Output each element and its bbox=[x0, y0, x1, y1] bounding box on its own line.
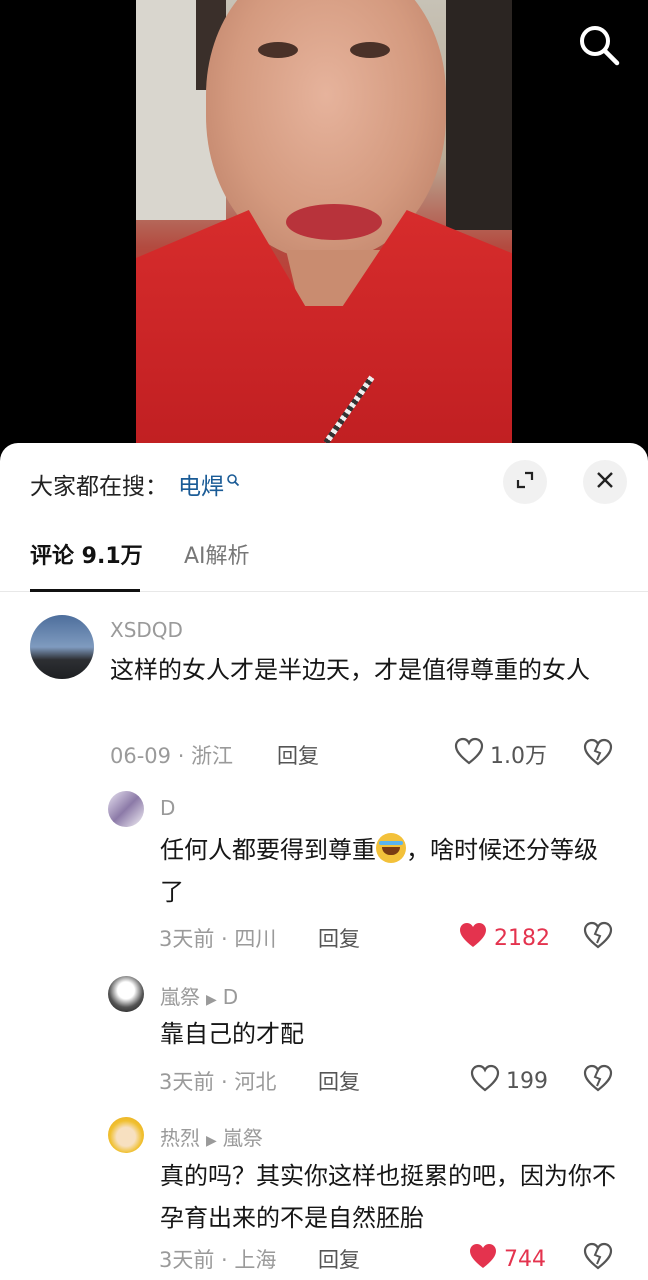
reply-button[interactable]: 回复 bbox=[318, 1066, 360, 1096]
tab-comments-label: 评论 9.1万 bbox=[30, 544, 143, 569]
avatar[interactable] bbox=[108, 976, 144, 1012]
video-frame bbox=[136, 0, 512, 450]
tab-bar: 评论 9.1万 AI解析 bbox=[0, 537, 648, 592]
trending-search-label: 大家都在搜： bbox=[30, 474, 168, 500]
trending-search[interactable]: 大家都在搜： 电焊 bbox=[30, 467, 240, 501]
reply-arrow-icon: ▶ bbox=[206, 992, 217, 1008]
reply-item: D 任何人都要得到尊重 ，啥时候还分等级了 3天前 · 四川 回复 2182 bbox=[0, 791, 648, 961]
tab-comments[interactable]: 评论 9.1万 bbox=[30, 537, 143, 592]
heart-filled-icon bbox=[458, 921, 494, 955]
comment-text-part: 任何人都要得到尊重 bbox=[160, 836, 376, 864]
tab-ai-analysis[interactable]: AI解析 bbox=[184, 537, 250, 591]
reply-item: 嵐祭 ▶ D 靠自己的才配 3天前 · 河北 回复 199 bbox=[0, 976, 648, 1106]
comment-meta: 3天前 · 河北 bbox=[159, 1070, 277, 1094]
heart-icon bbox=[454, 737, 490, 771]
comment-meta: 3天前 · 上海 bbox=[159, 1248, 277, 1272]
dislike-button[interactable] bbox=[583, 1064, 615, 1096]
reply-to-username[interactable]: 嵐祭 bbox=[223, 1126, 263, 1150]
reply-button[interactable]: 回复 bbox=[318, 1244, 360, 1274]
username[interactable]: 嵐祭 bbox=[160, 985, 200, 1009]
active-tab-indicator bbox=[30, 589, 140, 592]
avatar[interactable] bbox=[30, 615, 94, 679]
dislike-button[interactable] bbox=[583, 1242, 615, 1274]
close-button[interactable] bbox=[583, 460, 627, 504]
avatar[interactable] bbox=[108, 791, 144, 827]
broken-heart-icon bbox=[583, 1064, 613, 1096]
comment-text: 真的吗？其实你这样也挺累的吧，因为你不孕育出来的不是自然胚胎 bbox=[160, 1162, 616, 1232]
comment-meta: 3天前 · 四川 bbox=[159, 927, 277, 951]
broken-heart-icon bbox=[583, 1242, 613, 1274]
like-button[interactable]: 1.0万 bbox=[454, 737, 547, 771]
expand-button[interactable] bbox=[503, 460, 547, 504]
heart-filled-icon bbox=[468, 1242, 504, 1276]
like-button[interactable]: 199 bbox=[470, 1064, 548, 1098]
reply-button[interactable]: 回复 bbox=[318, 923, 360, 953]
close-icon bbox=[595, 470, 615, 494]
comment-text: 靠自己的才配 bbox=[160, 1020, 304, 1048]
comment-username: 嵐祭 ▶ D bbox=[160, 981, 238, 1010]
comment-text: 这样的女人才是半边天，才是值得尊重的女人 bbox=[110, 656, 590, 684]
comment-username[interactable]: D bbox=[160, 796, 175, 820]
like-button[interactable]: 2182 bbox=[458, 921, 550, 955]
comment-username[interactable]: XSDQD bbox=[110, 618, 183, 642]
like-count: 1.0万 bbox=[490, 744, 547, 769]
reply-arrow-icon: ▶ bbox=[206, 1133, 217, 1149]
broken-heart-icon bbox=[583, 921, 613, 953]
comment-meta: 06-09 · 浙江 bbox=[110, 744, 234, 768]
comment-item: XSDQD 这样的女人才是半边天，才是值得尊重的女人 06-09 · 浙江 回复… bbox=[0, 613, 648, 793]
like-count: 2182 bbox=[494, 925, 550, 951]
like-button[interactable]: 744 bbox=[468, 1242, 546, 1276]
like-count: 744 bbox=[504, 1246, 546, 1272]
search-icon bbox=[226, 467, 240, 493]
dislike-button[interactable] bbox=[583, 738, 615, 770]
comment-username: 热烈 ▶ 嵐祭 bbox=[160, 1122, 263, 1151]
crying-laughing-emoji-icon bbox=[376, 833, 406, 863]
video-player[interactable] bbox=[0, 0, 648, 450]
reply-to-username[interactable]: D bbox=[223, 985, 238, 1009]
comments-sheet: 大家都在搜： 电焊 评论 9.1万 AI解析 XSDQD 这样的女人才是半边天，才… bbox=[0, 443, 648, 1280]
like-count: 199 bbox=[506, 1068, 548, 1094]
reply-item: 热烈 ▶ 嵐祭 真的吗？其实你这样也挺累的吧，因为你不孕育出来的不是自然胚胎 3天前… bbox=[0, 1117, 648, 1280]
avatar[interactable] bbox=[108, 1117, 144, 1153]
dislike-button[interactable] bbox=[583, 921, 615, 953]
reply-button[interactable]: 回复 bbox=[277, 740, 319, 770]
expand-icon bbox=[514, 469, 536, 495]
comment-text: 任何人都要得到尊重 ，啥时候还分等级了 bbox=[160, 829, 610, 913]
heart-icon bbox=[470, 1064, 506, 1098]
search-icon[interactable] bbox=[576, 22, 622, 68]
username[interactable]: 热烈 bbox=[160, 1126, 200, 1150]
broken-heart-icon bbox=[583, 738, 613, 770]
trending-search-term[interactable]: 电焊 bbox=[178, 474, 224, 500]
